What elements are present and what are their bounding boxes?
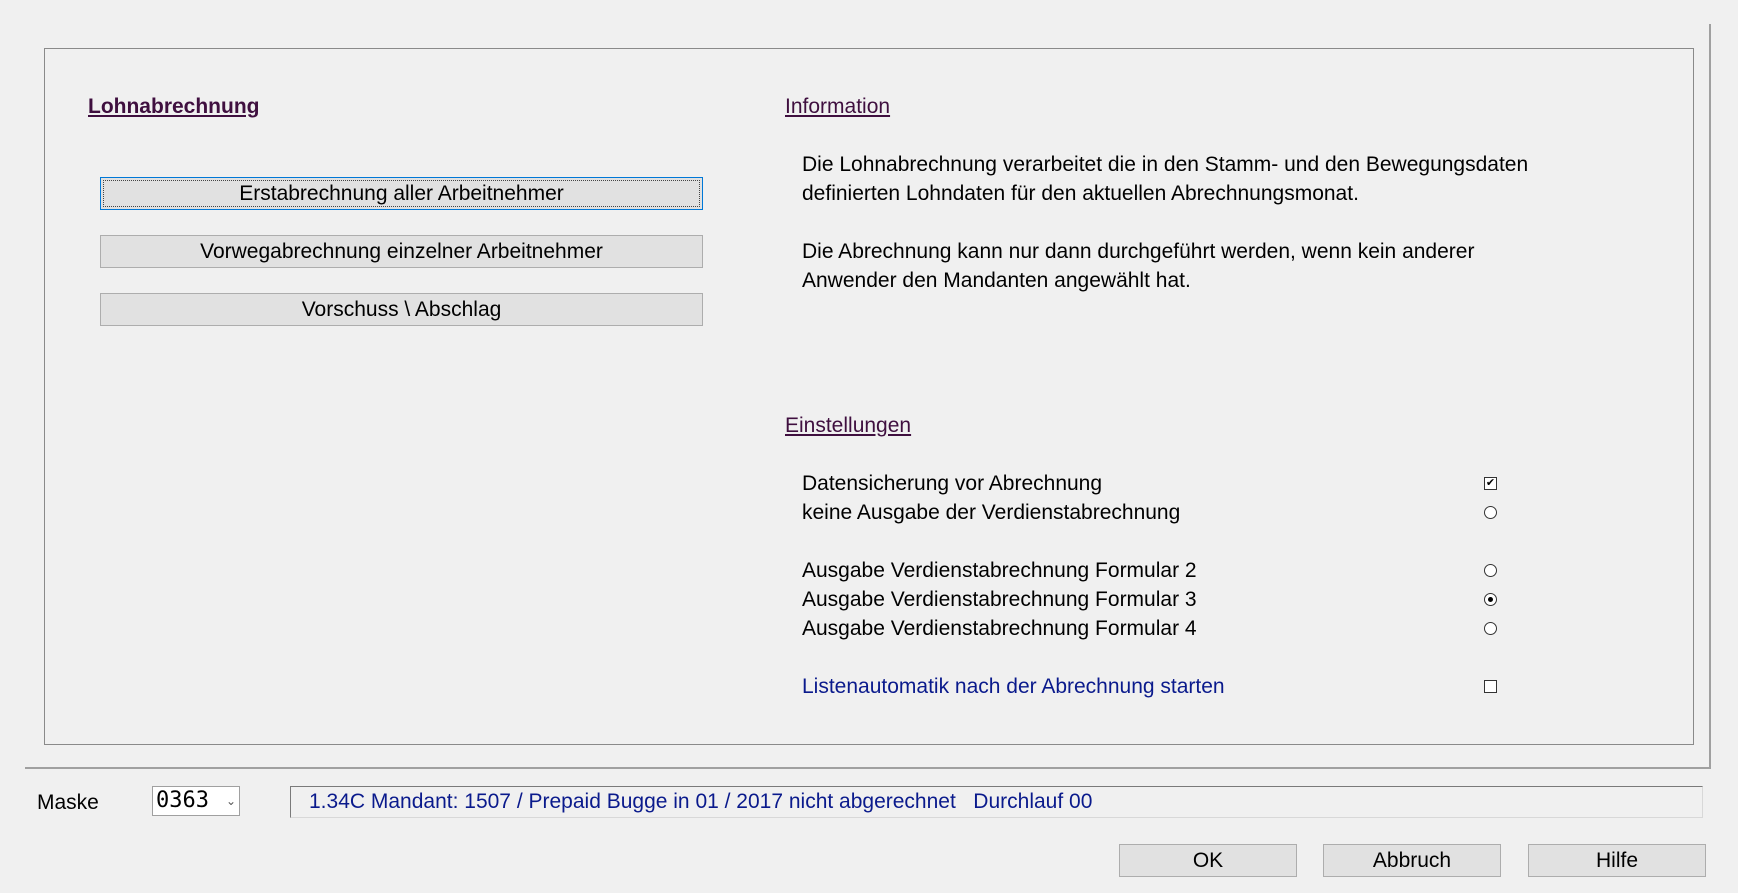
vorwegabrechnung-button[interactable]: Vorwegabrechnung einzelner Arbeitnehmer bbox=[100, 235, 703, 268]
status-field: 1.34C Mandant: 1507 / Prepaid Bugge in 0… bbox=[290, 786, 1703, 818]
checkmark-icon: ✔ bbox=[1485, 477, 1496, 489]
lohnabrechnung-title: Lohnabrechnung bbox=[88, 95, 260, 118]
formular-3-radio[interactable] bbox=[1484, 593, 1497, 606]
hilfe-button[interactable]: Hilfe bbox=[1528, 844, 1706, 877]
info-line-1: Die Lohnabrechnung verarbeitet die in de… bbox=[802, 153, 1529, 176]
info-line-4: Anwender den Mandanten angewählt hat. bbox=[802, 269, 1191, 292]
maske-select[interactable]: 0363 ⌄ bbox=[152, 786, 240, 816]
info-line-3: Die Abrechnung kann nur dann durchgeführ… bbox=[802, 240, 1475, 263]
vorschuss-abschlag-button[interactable]: Vorschuss \ Abschlag bbox=[100, 293, 703, 326]
formular-2-radio[interactable] bbox=[1484, 564, 1497, 577]
keine-ausgabe-label: keine Ausgabe der Verdienstabrechnung bbox=[802, 501, 1181, 524]
erstabrechnung-label: Erstabrechnung aller Arbeitnehmer bbox=[103, 180, 700, 207]
listenautomatik-label: Listenautomatik nach der Abrechnung star… bbox=[802, 675, 1225, 698]
keine-ausgabe-radio[interactable] bbox=[1484, 506, 1497, 519]
formular-3-label: Ausgabe Verdienstabrechnung Formular 3 bbox=[802, 588, 1197, 611]
erstabrechnung-button[interactable]: Erstabrechnung aller Arbeitnehmer bbox=[100, 177, 703, 210]
abbruch-button[interactable]: Abbruch bbox=[1323, 844, 1501, 877]
datensicherung-label: Datensicherung vor Abrechnung bbox=[802, 472, 1103, 495]
maske-value: 0363 bbox=[156, 788, 209, 813]
listenautomatik-checkbox[interactable] bbox=[1484, 680, 1497, 693]
info-line-2: definierten Lohndaten für den aktuellen … bbox=[802, 182, 1359, 205]
maske-label: Maske bbox=[37, 791, 99, 814]
chevron-down-icon: ⌄ bbox=[225, 794, 236, 808]
information-title: Information bbox=[785, 95, 891, 118]
ok-button[interactable]: OK bbox=[1119, 844, 1297, 877]
formular-2-label: Ausgabe Verdienstabrechnung Formular 2 bbox=[802, 559, 1197, 582]
formular-4-radio[interactable] bbox=[1484, 622, 1497, 635]
datensicherung-checkbox[interactable]: ✔ bbox=[1484, 477, 1497, 490]
formular-4-label: Ausgabe Verdienstabrechnung Formular 4 bbox=[802, 617, 1197, 640]
einstellungen-title: Einstellungen bbox=[785, 414, 912, 437]
